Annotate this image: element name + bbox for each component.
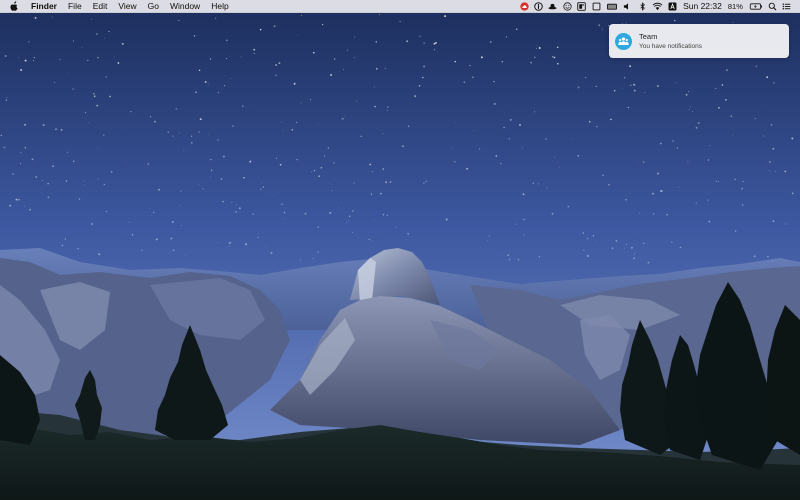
menu-help[interactable]: Help [206,0,234,13]
bluetooth-icon[interactable] [638,2,647,11]
menu-go[interactable]: Go [142,0,164,13]
status-area: Sun 22:32 81% [517,0,794,13]
team-icon [615,32,632,50]
onepassword-icon[interactable] [534,2,543,11]
wifi-icon[interactable] [652,2,663,11]
list-icon[interactable] [782,2,791,11]
emoji-icon[interactable] [563,2,572,11]
battery-percent[interactable]: 81% [728,0,743,13]
crop-icon[interactable] [592,2,601,11]
menu-edit[interactable]: Edit [87,0,113,13]
desktop-wallpaper [0,0,800,500]
browser-icon[interactable] [577,2,586,11]
desktop[interactable]: Finder File Edit View Go Window Help Sun… [0,0,800,500]
menu-app-name[interactable]: Finder [29,0,62,13]
input-a-icon[interactable] [668,2,677,11]
search-icon[interactable] [768,2,777,11]
clock[interactable]: Sun 22:32 [683,0,722,13]
menu-file[interactable]: File [62,0,87,13]
notification-body: You have notifications [639,42,703,50]
red-cloud-icon[interactable] [520,2,529,11]
menu-view[interactable]: View [113,0,142,13]
hat-icon[interactable] [548,2,557,11]
apple-icon[interactable] [10,1,19,11]
notification-banner[interactable]: Team You have notifications [609,24,789,58]
menu-bar: Finder File Edit View Go Window Help Sun… [0,0,800,13]
display-icon[interactable] [606,2,618,11]
menu-window[interactable]: Window [164,0,205,13]
battery-charging-icon[interactable] [749,2,763,11]
notification-text: Team You have notifications [639,32,702,51]
notification-title: Team [639,31,658,41]
volume-icon[interactable] [623,2,632,11]
